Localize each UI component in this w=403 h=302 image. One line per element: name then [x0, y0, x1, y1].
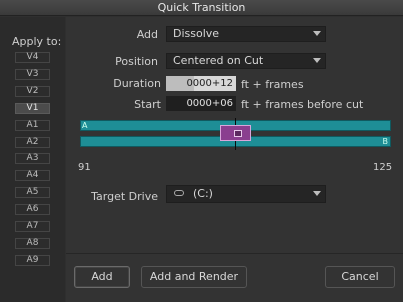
- start-field[interactable]: 0000+06: [166, 96, 236, 111]
- start-label: Start: [134, 98, 161, 111]
- transition-settings-panel: Add Dissolve Position Centered on Cut Du…: [66, 17, 403, 302]
- transition-icon: [234, 130, 242, 137]
- cancel-button[interactable]: Cancel: [325, 266, 395, 288]
- chevron-down-icon: [313, 191, 321, 196]
- track-a3-toggle[interactable]: A3: [15, 153, 50, 165]
- transition-handle[interactable]: [220, 125, 251, 141]
- track-a1-toggle[interactable]: A1: [15, 119, 50, 131]
- window-title: Quick Transition: [157, 1, 246, 14]
- track-a7-toggle[interactable]: A7: [15, 221, 50, 232]
- transition-timeline[interactable]: A B: [80, 118, 391, 150]
- clip-a-letter: A: [82, 121, 88, 130]
- track-a9-toggle[interactable]: A9: [15, 254, 50, 266]
- timeline-start-frame: 91: [78, 162, 91, 173]
- add-button[interactable]: Add: [74, 266, 130, 288]
- track-v1-toggle[interactable]: V1: [15, 102, 50, 114]
- drive-icon: [174, 190, 184, 196]
- apply-to-panel: Apply to: V4 V3 V2 V1 A1 A2 A3 A4 A5 A6 A7 A8 A9: [0, 17, 65, 302]
- start-suffix: ft + frames before cut: [241, 98, 364, 111]
- track-v4-toggle[interactable]: V4: [15, 52, 50, 63]
- target-drive-label: Target Drive: [91, 190, 158, 203]
- position-label: Position: [115, 55, 158, 68]
- duration-field[interactable]: 0000+12: [166, 76, 236, 91]
- position-dropdown-value: Centered on Cut: [173, 54, 264, 67]
- chevron-down-icon: [313, 31, 321, 36]
- duration-suffix: ft + frames: [241, 78, 304, 91]
- track-a4-toggle[interactable]: A4: [15, 170, 50, 182]
- target-drive-dropdown[interactable]: (C:): [166, 185, 326, 203]
- track-a5-toggle[interactable]: A5: [15, 187, 50, 199]
- track-a6-toggle[interactable]: A6: [15, 204, 50, 216]
- duration-label: Duration: [113, 77, 161, 90]
- apply-to-label: Apply to:: [12, 35, 62, 48]
- target-drive-value: (C:): [193, 187, 213, 200]
- footer-divider: [66, 253, 403, 254]
- window-title-bar: Quick Transition: [0, 0, 403, 16]
- effect-dropdown-value: Dissolve: [173, 27, 220, 40]
- clip-b-letter: B: [382, 137, 389, 146]
- track-v2-toggle[interactable]: V2: [15, 85, 50, 97]
- effect-dropdown[interactable]: Dissolve: [166, 26, 326, 42]
- timeline-end-frame: 125: [373, 162, 393, 173]
- add-label: Add: [136, 28, 158, 41]
- add-and-render-button[interactable]: Add and Render: [141, 266, 247, 288]
- track-v3-toggle[interactable]: V3: [15, 68, 50, 80]
- position-dropdown[interactable]: Centered on Cut: [166, 53, 326, 69]
- track-a2-toggle[interactable]: A2: [15, 136, 50, 148]
- chevron-down-icon: [313, 58, 321, 63]
- track-a8-toggle[interactable]: A8: [15, 237, 50, 249]
